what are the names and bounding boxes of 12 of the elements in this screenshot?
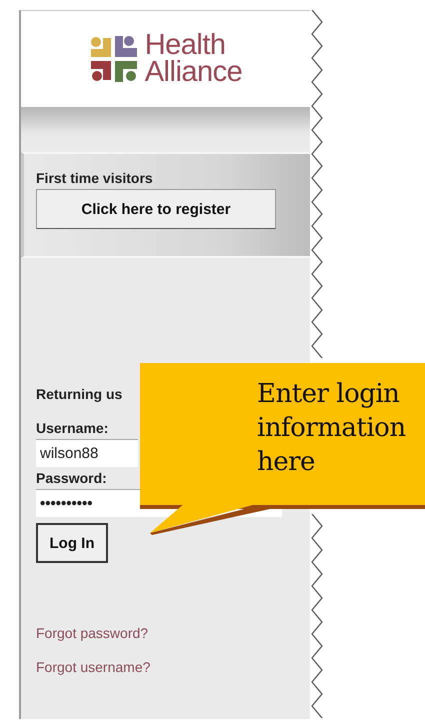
password-label: Password: [36, 470, 107, 486]
section-heading: First time visitors [36, 170, 154, 186]
username-label: Username: [36, 420, 108, 436]
forgot-link[interactable]: Forgot username? [36, 659, 150, 675]
callout-text: Enter login information here [257, 378, 407, 479]
username-field[interactable]: wilson88 [36, 439, 138, 467]
register-button[interactable]: Click here to register [36, 189, 276, 229]
forgot-link[interactable]: Forgot password? [36, 625, 148, 641]
logo-icon [88, 34, 139, 84]
logo-text: Health Alliance [144, 32, 242, 86]
login-button[interactable]: Log In [36, 523, 108, 563]
section-heading: Returning us [36, 386, 122, 402]
